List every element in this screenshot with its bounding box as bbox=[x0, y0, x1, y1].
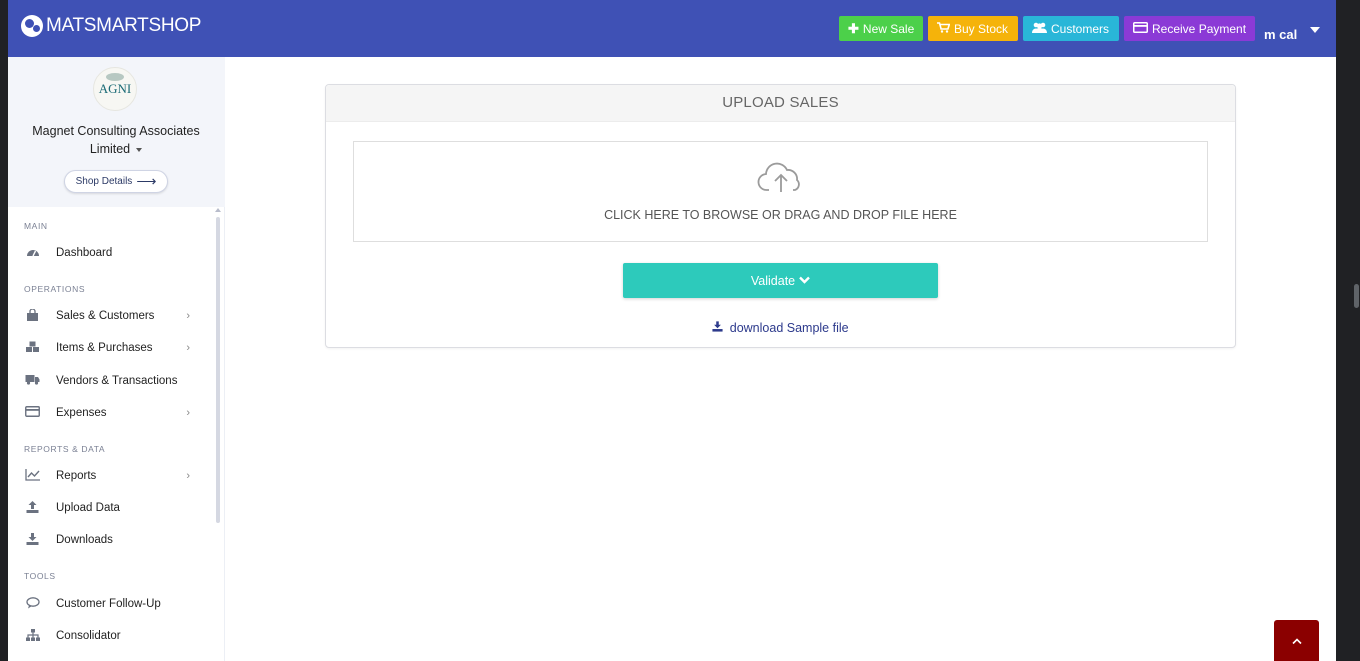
customers-label: Customers bbox=[1051, 21, 1110, 36]
buy-stock-label: Buy Stock bbox=[954, 21, 1009, 36]
users-icon bbox=[1032, 21, 1047, 36]
cart-icon bbox=[937, 21, 951, 36]
shop-name[interactable]: Magnet Consulting Associates Limited bbox=[18, 122, 214, 158]
sidebar-item-vendors-transactions[interactable]: Vendors & Transactions bbox=[24, 370, 190, 392]
sidebar-item-label: Items & Purchases bbox=[56, 342, 153, 354]
sitemap-icon bbox=[24, 628, 41, 644]
new-sale-label: New Sale bbox=[862, 21, 915, 36]
sidebar-scrollbar[interactable] bbox=[216, 217, 220, 523]
sidebar-item-label: Customer Follow-Up bbox=[56, 598, 161, 610]
sidebar-item-sales-customers[interactable]: Sales & Customers › bbox=[24, 305, 190, 327]
sidebar-item-label: Vendors & Transactions bbox=[56, 375, 178, 387]
cloud-upload-icon bbox=[757, 162, 805, 199]
receive-payment-button[interactable]: Receive Payment bbox=[1124, 16, 1255, 41]
sidebar-item-items-purchases[interactable]: Items & Purchases › bbox=[24, 337, 190, 359]
chevron-right-icon: › bbox=[186, 310, 190, 322]
sidebar-item-label: Reports bbox=[56, 470, 97, 482]
sidebar-item-label: Downloads bbox=[56, 534, 113, 546]
sidebar-item-upload-data[interactable]: Upload Data bbox=[24, 497, 190, 519]
validate-button[interactable]: Validate bbox=[623, 263, 938, 298]
window-scrollbar-thumb[interactable] bbox=[1354, 284, 1359, 308]
new-sale-button[interactable]: ✚ New Sale bbox=[839, 16, 923, 41]
download-icon bbox=[712, 321, 726, 335]
receive-payment-label: Receive Payment bbox=[1152, 21, 1247, 36]
shop-logo: AGNI bbox=[93, 67, 137, 111]
chevron-up-icon bbox=[1291, 634, 1302, 648]
shop-details-label: Shop Details bbox=[75, 176, 133, 187]
download-sample-link[interactable]: download Sample file bbox=[326, 321, 1235, 335]
user-name[interactable]: m cal bbox=[1264, 27, 1297, 42]
shop-panel: AGNI Magnet Consulting Associates Limite… bbox=[8, 57, 225, 207]
shopping-bag-icon bbox=[24, 307, 41, 324]
sidebar-item-dashboard[interactable]: Dashboard bbox=[24, 242, 190, 264]
sidebar-item-customer-follow-up[interactable]: Customer Follow-Up bbox=[24, 593, 190, 615]
truck-icon bbox=[24, 374, 41, 388]
chat-bubble-icon bbox=[24, 596, 41, 612]
scroll-to-top-button[interactable] bbox=[1274, 620, 1319, 661]
buy-stock-button[interactable]: Buy Stock bbox=[928, 16, 1018, 41]
cubes-icon bbox=[24, 341, 41, 356]
validate-label: Validate bbox=[750, 273, 796, 288]
sidebar: AGNI Magnet Consulting Associates Limite… bbox=[8, 57, 225, 661]
section-reports-data: REPORTS & DATA bbox=[24, 444, 106, 454]
arrow-right-icon: ⟶ bbox=[136, 173, 157, 189]
sidebar-item-label: Upload Data bbox=[56, 502, 120, 514]
chevron-right-icon: › bbox=[186, 470, 190, 482]
sidebar-item-label: Expenses bbox=[56, 407, 107, 419]
download-sample-label: download Sample file bbox=[729, 321, 849, 335]
chevron-right-icon: › bbox=[186, 342, 190, 354]
chevron-down-icon bbox=[799, 275, 810, 287]
credit-card-icon bbox=[24, 406, 41, 420]
card-title: UPLOAD SALES bbox=[326, 85, 1235, 122]
sidebar-item-reports[interactable]: Reports › bbox=[24, 465, 190, 487]
brand[interactable]: MATSMARTSHOP bbox=[21, 15, 201, 37]
customers-button[interactable]: Customers bbox=[1023, 16, 1119, 41]
sidebar-item-downloads[interactable]: Downloads bbox=[24, 529, 190, 551]
credit-card-icon bbox=[1133, 21, 1148, 36]
download-icon bbox=[24, 532, 41, 548]
section-main: MAIN bbox=[24, 221, 48, 231]
sidebar-item-label: Consolidator bbox=[56, 630, 121, 642]
sidebar-item-label: Dashboard bbox=[56, 247, 113, 259]
top-navbar: MATSMARTSHOP ✚ New Sale Buy Stock Custom… bbox=[8, 0, 1336, 57]
shop-logo-text: AGNI bbox=[98, 81, 132, 96]
section-operations: OPERATIONS bbox=[24, 284, 86, 294]
upload-icon bbox=[24, 500, 41, 516]
sidebar-item-label: Sales & Customers bbox=[56, 310, 155, 322]
shop-dropdown-caret-icon bbox=[136, 147, 143, 152]
brand-logo-icon bbox=[21, 15, 43, 37]
window-scrollbar[interactable] bbox=[1352, 0, 1360, 661]
upload-sales-card: UPLOAD SALES CLICK HERE TO BROWSE OR DRA… bbox=[325, 84, 1236, 348]
dashboard-icon bbox=[24, 246, 41, 260]
line-chart-icon bbox=[24, 468, 41, 484]
file-drop-zone[interactable]: CLICK HERE TO BROWSE OR DRAG AND DROP FI… bbox=[353, 141, 1208, 242]
chevron-right-icon: › bbox=[186, 407, 190, 419]
shop-details-button[interactable]: Shop Details ⟶ bbox=[64, 170, 168, 193]
sidebar-scroll-up-icon[interactable] bbox=[215, 208, 221, 212]
sidebar-item-consolidator[interactable]: Consolidator bbox=[24, 625, 190, 647]
user-menu-caret-icon[interactable] bbox=[1310, 27, 1320, 33]
plus-icon: ✚ bbox=[848, 20, 859, 36]
brand-name: MATSMARTSHOP bbox=[46, 15, 202, 36]
shop-name-label: Magnet Consulting Associates Limited bbox=[32, 124, 200, 156]
drop-zone-text: CLICK HERE TO BROWSE OR DRAG AND DROP FI… bbox=[604, 208, 957, 222]
section-tools: TOOLS bbox=[24, 571, 56, 581]
sidebar-item-expenses[interactable]: Expenses › bbox=[24, 402, 190, 424]
app-window: MATSMARTSHOP ✚ New Sale Buy Stock Custom… bbox=[8, 0, 1336, 661]
